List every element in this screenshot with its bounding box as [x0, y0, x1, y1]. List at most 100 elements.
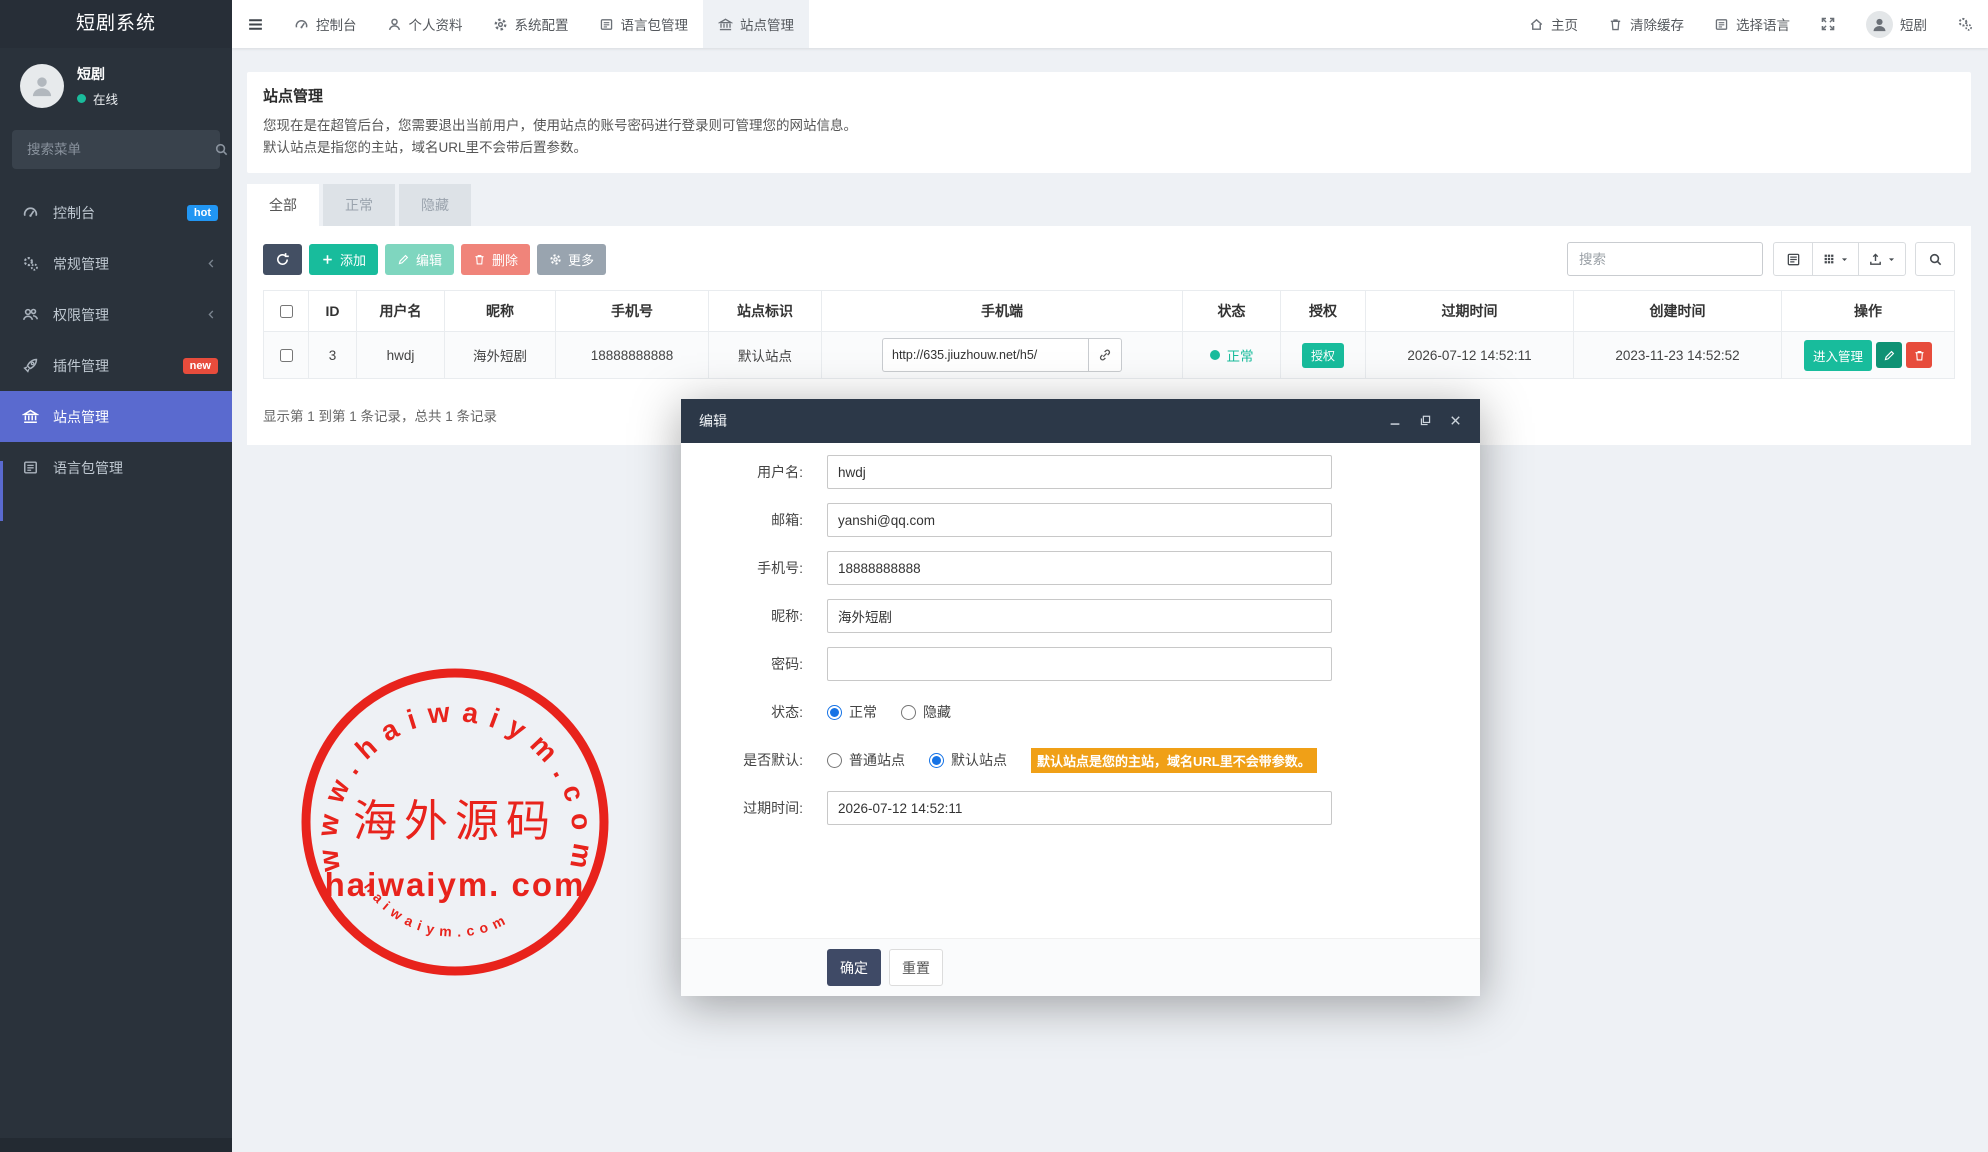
book-icon [22, 459, 39, 476]
sidebar-search-input[interactable] [25, 141, 206, 158]
tab-hidden[interactable]: 隐藏 [399, 184, 471, 226]
person-icon [29, 73, 55, 99]
sidebar-item-general[interactable]: 常规管理 [0, 238, 232, 289]
gear-icon [549, 253, 562, 266]
app-title: 短剧系统 [0, 0, 232, 48]
reset-button[interactable]: 重置 [889, 949, 943, 986]
tab-all[interactable]: 全部 [247, 184, 319, 226]
sidebar-item-dashboard[interactable]: 控制台 hot [0, 187, 232, 238]
email-field[interactable] [827, 503, 1332, 537]
detail-view-button[interactable] [1773, 242, 1813, 276]
sidebar-search [12, 130, 220, 169]
topnav-item-langpack[interactable]: 语言包管理 [584, 0, 704, 48]
default-site-radio[interactable] [929, 753, 944, 768]
cell-id: 3 [309, 332, 357, 379]
select-all-checkbox[interactable] [280, 305, 293, 318]
status-badge: 正常 [1210, 345, 1254, 365]
header-id: ID [309, 291, 357, 332]
more-button[interactable]: 更多 [537, 244, 606, 275]
bars-icon [247, 16, 264, 33]
status-dot-icon [1210, 350, 1220, 360]
home-button[interactable]: 主页 [1514, 0, 1593, 48]
menu-toggle-button[interactable] [232, 0, 279, 48]
user-avatar[interactable] [20, 64, 64, 108]
header-actions: 操作 [1782, 291, 1955, 332]
search-icon [1928, 252, 1943, 267]
enter-manage-button[interactable]: 进入管理 [1804, 340, 1872, 371]
sidebar-item-langpack[interactable]: 语言包管理 [0, 442, 232, 493]
sidebar-item-auth[interactable]: 权限管理 [0, 289, 232, 340]
add-button[interactable]: 添加 [309, 244, 378, 275]
username-label: 用户名: [681, 462, 827, 482]
user-menu[interactable]: 短剧 [1851, 0, 1942, 48]
authorize-button[interactable]: 授权 [1302, 343, 1344, 368]
refresh-button[interactable] [263, 244, 302, 275]
columns-button[interactable] [1812, 242, 1859, 276]
status-hidden-radio[interactable] [901, 705, 916, 720]
minimize-icon[interactable] [1388, 414, 1402, 428]
row-delete-button[interactable] [1906, 342, 1932, 368]
topnav-item-profile[interactable]: 个人资料 [372, 0, 478, 48]
user-status: 在线 [77, 89, 118, 108]
edit-button[interactable]: 编辑 [385, 244, 454, 275]
user-avatar [1866, 11, 1893, 38]
modal-body: 用户名: 邮箱: 手机号: 昵称: 密码: 状态: 正常 隐藏 是否默认: 普通… [681, 443, 1480, 938]
settings-button[interactable] [1942, 0, 1988, 48]
sidebar-scrollbar[interactable] [0, 461, 3, 521]
sidebar-item-addon[interactable]: 插件管理 new [0, 340, 232, 391]
sidebar-item-site[interactable]: 站点管理 [0, 391, 232, 442]
copy-link-button[interactable] [1088, 338, 1122, 372]
cell-username: hwdj [357, 332, 445, 379]
modal-header[interactable]: 编辑 [681, 399, 1480, 443]
expand-icon [1820, 16, 1836, 32]
mobile-url-input[interactable] [882, 338, 1088, 372]
confirm-button[interactable]: 确定 [827, 949, 881, 986]
password-label: 密码: [681, 654, 827, 674]
home-icon [1529, 17, 1544, 32]
delete-button[interactable]: 删除 [461, 244, 530, 275]
default-option-default-site[interactable]: 默认站点 [929, 750, 1007, 770]
status-normal-radio[interactable] [827, 705, 842, 720]
phone-field[interactable] [827, 551, 1332, 585]
clear-cache-button[interactable]: 清除缓存 [1593, 0, 1699, 48]
refresh-icon [275, 252, 290, 267]
topnav-item-site[interactable]: 站点管理 [703, 0, 809, 48]
default-option-normal-site[interactable]: 普通站点 [827, 750, 905, 770]
chevron-left-icon [205, 308, 218, 321]
edit-modal: 编辑 用户名: 邮箱: 手机号: 昵称: 密码: 状态: 正 [681, 399, 1480, 996]
caret-down-icon [1840, 255, 1849, 264]
trash-icon [1913, 349, 1926, 362]
row-edit-button[interactable] [1876, 342, 1902, 368]
topnav-item-config[interactable]: 系统配置 [478, 0, 584, 48]
book-icon [599, 17, 614, 32]
select-language-button[interactable]: 选择语言 [1699, 0, 1805, 48]
header-nickname: 昵称 [445, 291, 556, 332]
nickname-field[interactable] [827, 599, 1332, 633]
search-button[interactable] [1915, 242, 1955, 276]
header-status: 状态 [1183, 291, 1281, 332]
bank-icon [22, 408, 39, 425]
table-search-input[interactable] [1567, 242, 1763, 276]
export-button[interactable] [1858, 242, 1906, 276]
header-username: 用户名 [357, 291, 445, 332]
normal-site-radio[interactable] [827, 753, 842, 768]
plus-icon [321, 253, 334, 266]
topnav-item-dashboard[interactable]: 控制台 [279, 0, 372, 48]
row-checkbox[interactable] [280, 349, 293, 362]
fullscreen-button[interactable] [1805, 0, 1851, 48]
username-field[interactable] [827, 455, 1332, 489]
toolbar: 添加 编辑 删除 更多 [263, 242, 1955, 276]
status-option-hidden[interactable]: 隐藏 [901, 702, 951, 722]
header-expire: 过期时间 [1366, 291, 1574, 332]
expire-time-field[interactable] [827, 791, 1332, 825]
close-icon[interactable] [1449, 414, 1462, 428]
person-icon [1871, 16, 1888, 33]
tab-normal[interactable]: 正常 [323, 184, 395, 226]
status-option-normal[interactable]: 正常 [827, 702, 877, 722]
maximize-icon[interactable] [1419, 414, 1432, 428]
page-header-panel: 站点管理 您现在是在超管后台，您需要退出当前用户，使用站点的账号密码进行登录则可… [247, 72, 1971, 173]
password-field[interactable] [827, 647, 1332, 681]
online-dot-icon [77, 94, 86, 103]
header-mobile: 手机端 [822, 291, 1183, 332]
detail-view-icon [1786, 252, 1801, 267]
